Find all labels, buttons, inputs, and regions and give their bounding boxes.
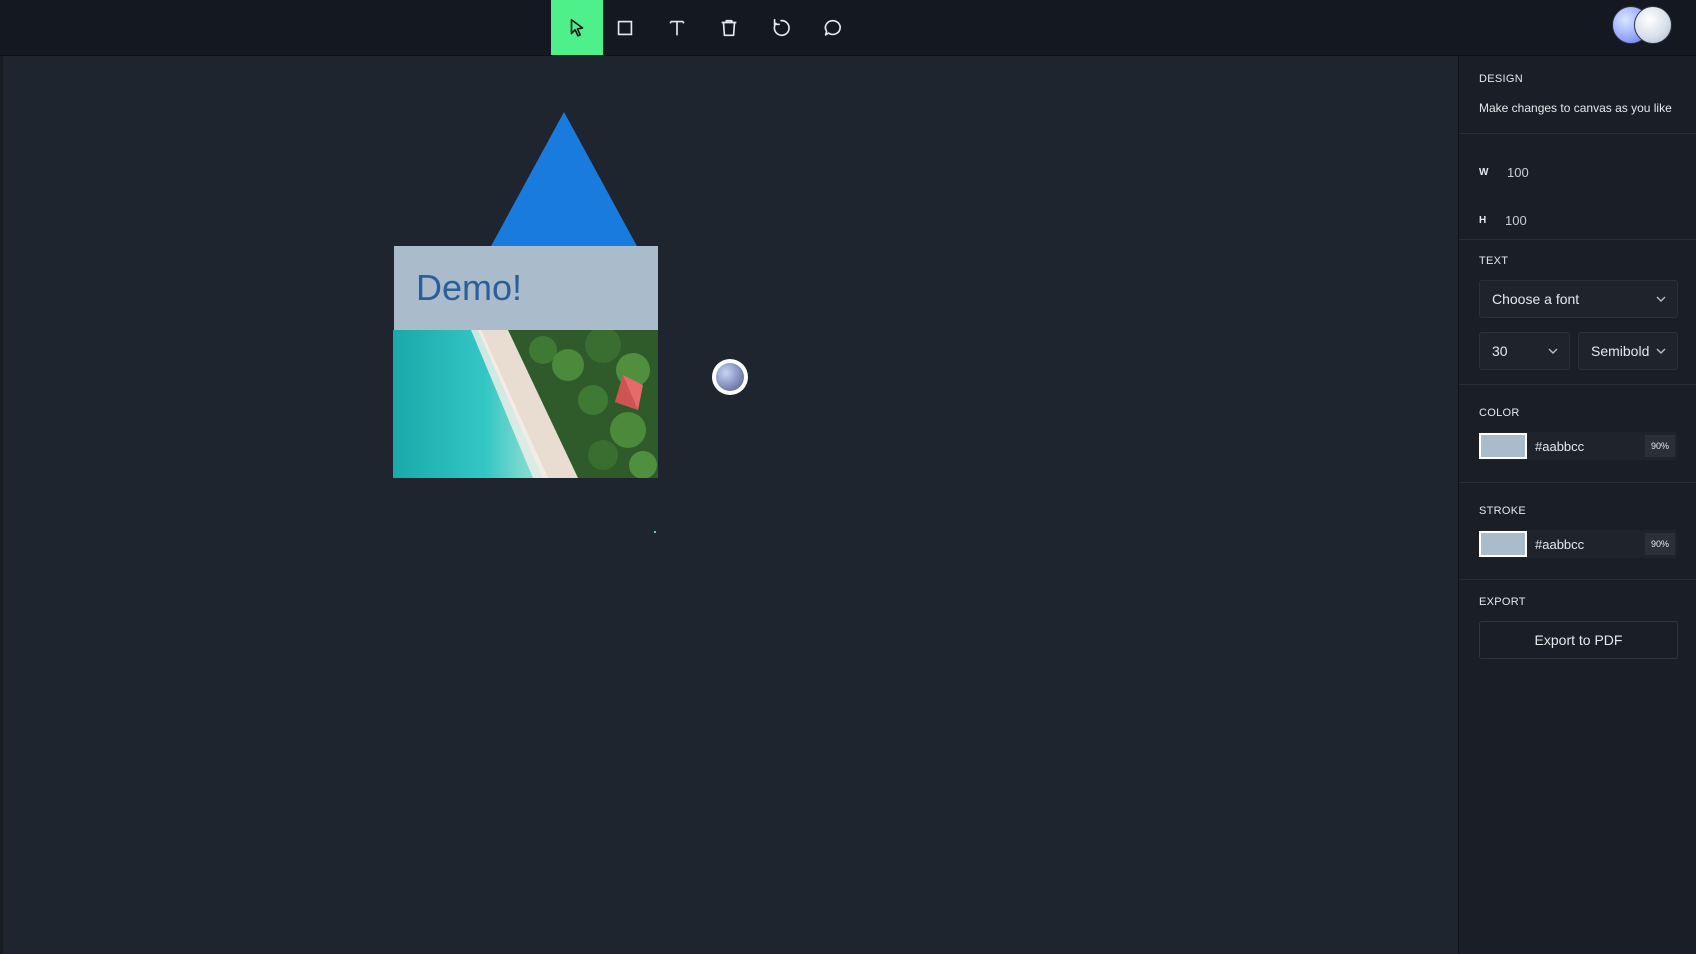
- avatar: [716, 363, 744, 391]
- section-title: TEXT: [1479, 255, 1509, 267]
- text-tool-button[interactable]: [651, 0, 703, 55]
- rotate-icon: [773, 18, 790, 36]
- fill-opacity[interactable]: 90%: [1645, 435, 1675, 457]
- text-icon: [669, 20, 685, 35]
- rectangle-tool-button[interactable]: [599, 0, 651, 55]
- demo-text[interactable]: Demo!: [416, 267, 522, 309]
- design-section: DESIGN Make changes to canvas as you lik…: [1459, 56, 1696, 134]
- width-label: W: [1479, 166, 1489, 178]
- height-input[interactable]: [1503, 211, 1627, 229]
- pointer-icon: [570, 18, 584, 37]
- chat-icon: [824, 19, 841, 36]
- width-input[interactable]: [1505, 163, 1629, 181]
- font-select[interactable]: Choose a font: [1479, 280, 1678, 318]
- canvas-marker: [654, 531, 656, 533]
- design-panel: DESIGN Make changes to canvas as you lik…: [1458, 56, 1696, 954]
- font-weight-value: Semibold: [1591, 343, 1650, 359]
- fill-color-swatch[interactable]: [1479, 433, 1527, 459]
- text-section: TEXT Choose a font 30 Semibold: [1459, 240, 1696, 385]
- export-pdf-button[interactable]: Export to PDF: [1479, 621, 1678, 659]
- width-row: W: [1479, 162, 1629, 182]
- section-title: EXPORT: [1479, 596, 1526, 608]
- avatar[interactable]: [1634, 6, 1672, 44]
- stroke-color-swatch[interactable]: [1479, 531, 1527, 557]
- fill-color-hex[interactable]: #aabbcc: [1535, 439, 1645, 454]
- font-select-value: Choose a font: [1492, 291, 1580, 307]
- font-size-select[interactable]: 30: [1479, 332, 1570, 370]
- section-title: STROKE: [1479, 505, 1527, 517]
- square-icon: [617, 20, 633, 35]
- chevron-down-icon: [1548, 348, 1558, 354]
- section-title: DESIGN: [1479, 73, 1523, 85]
- text-box-shape[interactable]: Demo!: [394, 246, 658, 330]
- height-label: H: [1479, 214, 1487, 226]
- collaborator-avatars: [1612, 6, 1682, 44]
- triangle-shape[interactable]: [490, 112, 638, 248]
- undo-tool-button[interactable]: [755, 0, 807, 55]
- color-section: COLOR #aabbcc 90%: [1459, 385, 1696, 483]
- section-title: COLOR: [1479, 407, 1520, 419]
- stroke-color-row: #aabbcc 90%: [1479, 530, 1677, 558]
- collaborator-cursor: [712, 359, 748, 395]
- app-root: Demo! DESIGN Make changes to canvas as y…: [0, 0, 1696, 954]
- trash-icon: [721, 19, 737, 36]
- drawing-canvas[interactable]: Demo!: [0, 56, 1461, 954]
- export-section: EXPORT Export to PDF: [1459, 580, 1696, 700]
- font-weight-select[interactable]: Semibold: [1578, 332, 1678, 370]
- chevron-down-icon: [1656, 296, 1666, 302]
- stroke-opacity[interactable]: 90%: [1645, 533, 1675, 555]
- beach-image[interactable]: [393, 330, 658, 478]
- top-toolbar: [0, 0, 1696, 56]
- size-section: W H: [1459, 134, 1696, 240]
- design-subtitle: Make changes to canvas as you like: [1479, 101, 1672, 115]
- comment-tool-button[interactable]: [807, 0, 859, 55]
- select-tool-button[interactable]: [551, 0, 603, 55]
- delete-tool-button[interactable]: [703, 0, 755, 55]
- fill-color-row: #aabbcc 90%: [1479, 432, 1677, 460]
- stroke-section: STROKE #aabbcc 90%: [1459, 483, 1696, 580]
- chevron-down-icon: [1656, 348, 1666, 354]
- font-size-value: 30: [1492, 343, 1508, 359]
- stroke-color-hex[interactable]: #aabbcc: [1535, 537, 1645, 552]
- height-row: H: [1479, 210, 1627, 230]
